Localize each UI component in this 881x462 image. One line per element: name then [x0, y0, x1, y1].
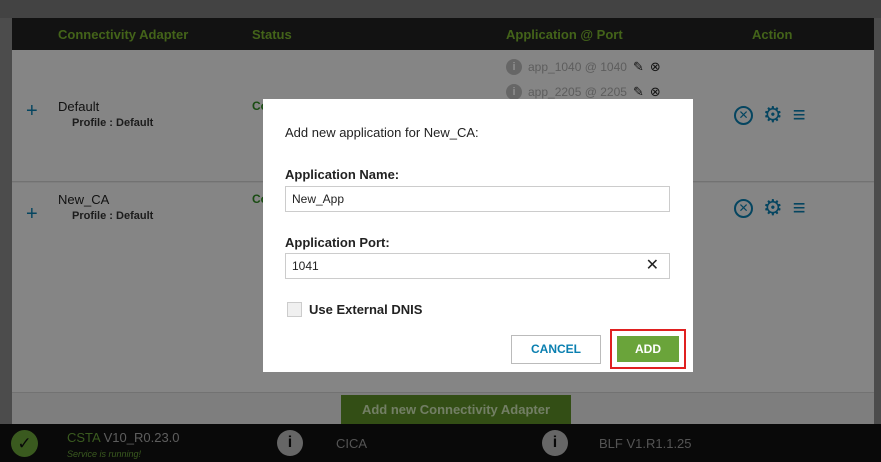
application-port-value: 1041: [292, 259, 319, 273]
application-name-input[interactable]: New_App: [285, 186, 670, 212]
add-button[interactable]: ADD: [617, 336, 679, 362]
clear-x-icon[interactable]: ✕: [646, 254, 659, 278]
add-button-highlight: ADD: [610, 329, 686, 369]
application-port-label: Application Port:: [285, 235, 390, 250]
add-application-dialog: Add new application for New_CA: Applicat…: [263, 99, 693, 372]
cancel-button[interactable]: CANCEL: [511, 335, 601, 364]
use-external-dnis-label: Use External DNIS: [309, 302, 423, 317]
application-name-label: Application Name:: [285, 167, 400, 182]
application-port-input[interactable]: 1041 ✕: [285, 253, 670, 279]
use-external-dnis-checkbox[interactable]: [287, 302, 302, 317]
dialog-title: Add new application for New_CA:: [285, 125, 479, 140]
